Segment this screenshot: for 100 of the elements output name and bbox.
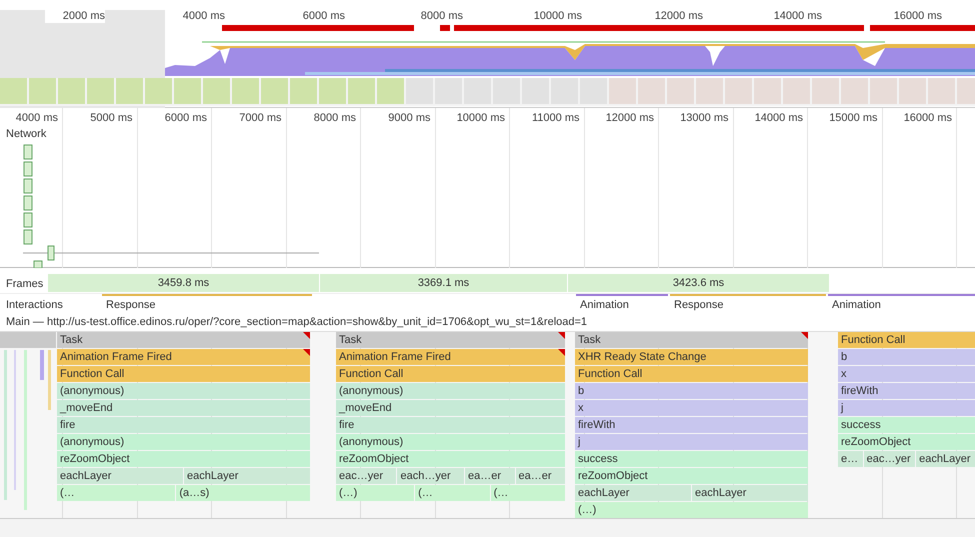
flame-block[interactable]: ea…er (516, 468, 565, 484)
frames-track-label: Frames (6, 277, 44, 292)
flame-block[interactable]: Animation Frame Fired (336, 349, 565, 365)
flame-block[interactable]: eachLayer (57, 468, 183, 484)
frame-bar: 3369.1 ms (320, 274, 568, 292)
flame-block[interactable]: ea…er (465, 468, 515, 484)
screenshot-thumbnail (87, 78, 114, 104)
screenshot-thumbnail (899, 78, 926, 104)
screenshot-thumbnail (232, 78, 259, 104)
interactions-track-label: Interactions (6, 298, 63, 313)
screenshot-thumbnail (406, 78, 433, 104)
time-ruler-label: 12000 ms (604, 111, 654, 126)
screenshot-thumbnail (725, 78, 752, 104)
time-ruler-label: 13000 ms (679, 111, 728, 126)
screenshot-thumbnail (493, 78, 520, 104)
time-ruler-label: 16000 ms (902, 111, 952, 126)
screenshot-thumbnail (754, 78, 781, 104)
flame-block[interactable]: success (838, 417, 975, 433)
flame-block[interactable]: (…) (336, 485, 414, 501)
flame-block[interactable]: reZoomObject (838, 434, 975, 450)
flame-block[interactable]: _moveEnd (57, 400, 310, 416)
screenshot-thumbnail (609, 78, 636, 104)
screenshot-thumbnail (464, 78, 491, 104)
frame-bar: 3423.6 ms (568, 274, 830, 292)
flame-block[interactable]: (… (57, 485, 176, 501)
screenshot-thumbnail (638, 78, 665, 104)
flame-block[interactable]: x (575, 400, 808, 416)
interaction-label: Animation (580, 298, 629, 313)
flame-block[interactable]: Task (575, 332, 808, 348)
flame-block[interactable]: fireWith (575, 417, 808, 433)
time-ruler-label: 15000 ms (828, 111, 878, 126)
flame-block[interactable]: Function Call (336, 366, 565, 382)
screenshot-thumbnail (174, 78, 201, 104)
screenshot-thumbnail (319, 78, 346, 104)
time-ruler-label: 6000 ms (164, 111, 207, 126)
flame-block[interactable]: eachLayer (184, 468, 310, 484)
screenshot-thumbnail (667, 78, 694, 104)
flame-block[interactable]: Function Call (57, 366, 310, 382)
flame-block[interactable]: (anonymous) (336, 434, 565, 450)
flame-block[interactable]: (a…s) (176, 485, 310, 501)
flame-block[interactable]: XHR Ready State Change (575, 349, 808, 365)
overview-tick-label: 2000 ms (45, 10, 105, 23)
time-ruler-label: 8000 ms (312, 111, 356, 126)
time-ruler-label: 5000 ms (89, 111, 132, 126)
flame-block[interactable]: j (575, 434, 808, 450)
flame-block[interactable]: (anonymous) (57, 383, 310, 399)
screenshot-thumbnail (696, 78, 723, 104)
time-ruler-label: 4000 ms (14, 111, 58, 126)
time-ruler-label: 10000 ms (456, 111, 505, 126)
screenshot-thumbnail (377, 78, 404, 104)
flame-block[interactable]: eachLayer (692, 485, 808, 501)
flame-block[interactable]: eac…yer (864, 451, 916, 467)
screenshot-thumbnail (116, 78, 143, 104)
flame-block[interactable]: Function Call (575, 366, 808, 382)
screenshot-thumbnail (783, 78, 810, 104)
flame-block[interactable]: b (575, 383, 808, 399)
flame-block[interactable]: b (838, 349, 975, 365)
flame-block[interactable]: (… (415, 485, 490, 501)
screenshot-thumbnail (812, 78, 839, 104)
flame-block[interactable]: eachLayer (916, 451, 975, 467)
flame-block[interactable]: j (838, 400, 975, 416)
flame-block[interactable]: e… (838, 451, 863, 467)
interaction-label: Animation (832, 298, 881, 313)
flame-block[interactable]: (anonymous) (336, 383, 565, 399)
screenshot-thumbnail (29, 78, 56, 104)
flame-block[interactable]: eac…yer (336, 468, 396, 484)
flame-block[interactable]: each…yer (397, 468, 464, 484)
screenshot-thumbnail (522, 78, 549, 104)
interaction-label: Response (674, 298, 724, 313)
screenshot-thumbnail (841, 78, 868, 104)
flame-block[interactable]: Animation Frame Fired (57, 349, 310, 365)
flame-block[interactable]: eachLayer (575, 485, 691, 501)
flame-block[interactable]: fire (336, 417, 565, 433)
flame-block[interactable]: Function Call (838, 332, 975, 348)
flame-block[interactable]: reZoomObject (336, 451, 565, 467)
flame-block[interactable]: reZoomObject (575, 468, 808, 484)
flame-block[interactable]: _moveEnd (336, 400, 565, 416)
screenshot-thumbnail (58, 78, 85, 104)
screenshot-thumbnail (435, 78, 462, 104)
flame-block[interactable]: (anonymous) (57, 434, 310, 450)
flame-block[interactable]: reZoomObject (57, 451, 310, 467)
flame-block[interactable]: Task (336, 332, 565, 348)
screenshot-thumbnail (290, 78, 317, 104)
time-ruler-label: 9000 ms (387, 111, 430, 126)
screenshot-thumbnail (0, 78, 27, 104)
flame-block[interactable]: (… (490, 485, 566, 501)
screenshot-thumbnail (580, 78, 607, 104)
screenshot-thumbnail (261, 78, 288, 104)
flame-block[interactable]: x (838, 366, 975, 382)
flame-block[interactable]: fireWith (838, 383, 975, 399)
network-track-label: Network (6, 127, 46, 142)
flame-block[interactable]: (…) (575, 502, 808, 518)
flame-block[interactable]: Task (57, 332, 310, 348)
time-ruler-label: 11000 ms (531, 111, 580, 126)
flame-block[interactable]: fire (57, 417, 310, 433)
screenshot-thumbnail (551, 78, 578, 104)
flame-block[interactable]: success (575, 451, 808, 467)
interaction-label: Response (106, 298, 156, 313)
screenshot-thumbnail (928, 78, 955, 104)
main-thread-title: Main — http://us-test.office.edinos.ru/oper/?core_section=map&action=show&by_unit_id=1706&opt_wu_st=1&reload=1 (6, 315, 588, 330)
